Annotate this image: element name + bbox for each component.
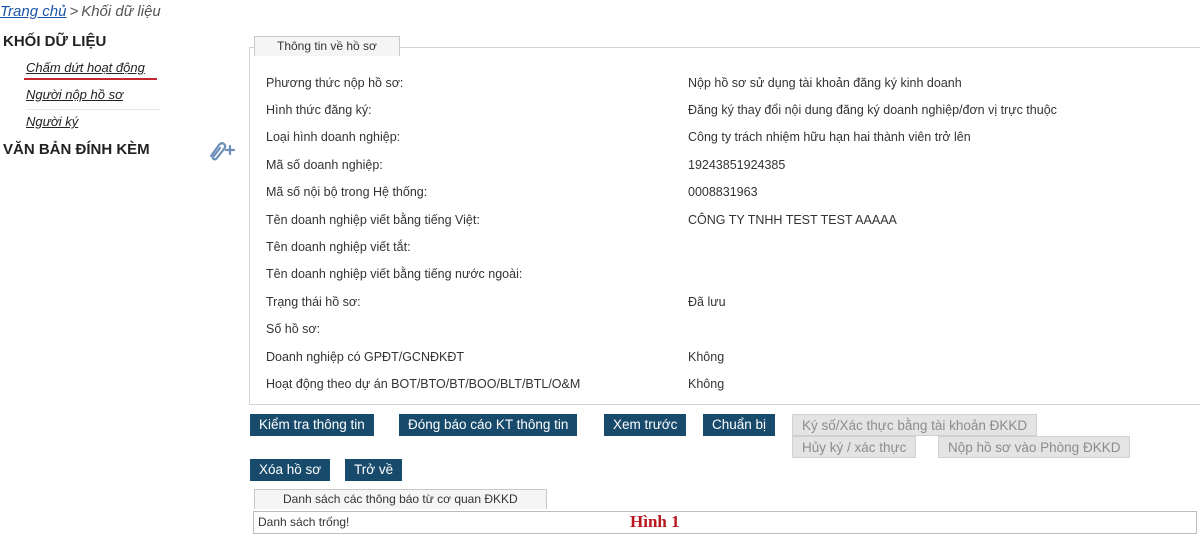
info-row-value: Đăng ký thay đổi nội dung đăng ký doanh … xyxy=(688,103,1057,117)
info-row: Tên doanh nghiệp viết bằng tiếng Việt: CÔ… xyxy=(250,207,1200,233)
info-panel-legend: Thông tin về hồ sơ xyxy=(254,36,400,56)
info-row: Phương thức nộp hồ sơ: Nộp hồ sơ sử dụng … xyxy=(250,70,1200,96)
breadcrumb-separator: > xyxy=(69,3,79,20)
info-row-label: Số hồ sơ: xyxy=(266,322,321,336)
info-row-label: Loại hình doanh nghiệp: xyxy=(266,130,401,144)
sign-button[interactable]: Ký số/Xác thực bằng tài khoản ĐKKD xyxy=(792,414,1038,436)
info-row-label: Hình thức đăng ký: xyxy=(266,103,372,117)
breadcrumb-current: Khối dữ liệu xyxy=(81,3,161,20)
info-row: Tên doanh nghiệp viết bằng tiếng nước ng… xyxy=(250,261,1200,287)
info-row: Tên doanh nghiệp viết tắt: xyxy=(250,234,1200,260)
info-row-value: Không xyxy=(688,350,725,364)
notifications-list: Danh sách trống! xyxy=(253,511,1197,534)
breadcrumb-home-link[interactable]: Trang chủ xyxy=(0,3,66,20)
info-row: Loại hình doanh nghiệp: Công ty trách nhi… xyxy=(250,124,1200,150)
info-row-value: Công ty trách nhiệm hữu hạn hai thành vi… xyxy=(688,130,971,144)
notifications-legend: Danh sách các thông báo từ cơ quan ĐKKD xyxy=(254,489,547,509)
notifications-empty-text: Danh sách trống! xyxy=(258,515,350,529)
info-row-value: CÔNG TY TNHH TEST TEST AAAAA xyxy=(688,213,897,227)
info-row-value: Nộp hồ sơ sử dụng tài khoản đăng ký kinh… xyxy=(688,76,962,90)
sidebar-item-nguoi-ky[interactable]: Người ký xyxy=(26,110,161,137)
check-info-button[interactable]: Kiểm tra thông tin xyxy=(250,414,374,436)
info-row-value: 19243851924385 xyxy=(688,158,786,172)
info-row-label: Doanh nghiệp có GPĐT/GCNĐKĐT xyxy=(266,350,464,364)
sidebar-item-cham-dut-hoat-dong[interactable]: Chấm dứt hoạt động xyxy=(24,56,161,83)
info-row-label: Phương thức nộp hồ sơ: xyxy=(266,76,404,90)
preview-button[interactable]: Xem trước xyxy=(604,414,687,436)
breadcrumb: Trang chủ > Khối dữ liệu xyxy=(0,3,161,20)
prepare-button[interactable]: Chuẩn bị xyxy=(703,414,776,436)
info-row-label: Tên doanh nghiệp viết bằng tiếng nước ng… xyxy=(266,267,523,281)
cancel-sign-button[interactable]: Hủy ký / xác thực xyxy=(792,436,917,458)
info-row: Hình thức đăng ký: Đăng ký thay đổi nội d… xyxy=(250,97,1200,123)
close-report-button[interactable]: Đóng báo cáo KT thông tin xyxy=(399,414,578,436)
submit-button[interactable]: Nộp hồ sơ vào Phòng ĐKKD xyxy=(938,436,1131,458)
info-row: Mã số nội bộ trong Hệ thống: 0008831963 xyxy=(250,179,1200,205)
info-row-value: Không xyxy=(688,377,725,391)
info-row-value: Đã lưu xyxy=(688,295,726,309)
info-panel: Phương thức nộp hồ sơ: Nộp hồ sơ sử dụng … xyxy=(249,47,1200,405)
info-row-value: 0008831963 xyxy=(688,185,758,199)
info-row-label: Tên doanh nghiệp viết tắt: xyxy=(266,240,411,254)
info-row: Hoạt động theo dự án BOT/BTO/BT/BOO/BLT/… xyxy=(250,371,1200,397)
info-row: Trạng thái hồ sơ: Đã lưu xyxy=(250,289,1200,315)
info-row-label: Trạng thái hồ sơ: xyxy=(266,295,361,309)
back-button[interactable]: Trở về xyxy=(345,459,403,481)
sidebar: KHỐI DỮ LIỆU Chấm dứt hoạt động Người nộ… xyxy=(0,32,250,165)
info-row: Doanh nghiệp có GPĐT/GCNĐKĐT Không xyxy=(250,344,1200,370)
info-row: Mã số doanh nghiệp: 19243851924385 xyxy=(250,152,1200,178)
delete-button[interactable]: Xóa hồ sơ xyxy=(250,459,331,481)
info-row-label: Hoạt động theo dự án BOT/BTO/BT/BOO/BLT/… xyxy=(266,377,581,391)
info-row-label: Mã số nội bộ trong Hệ thống: xyxy=(266,185,428,199)
sidebar-section-title: KHỐI DỮ LIỆU xyxy=(3,33,107,50)
figure-caption: Hình 1 xyxy=(630,512,680,531)
paperclip-plus-icon[interactable] xyxy=(203,137,239,163)
info-row-label: Mã số doanh nghiệp: xyxy=(266,158,383,172)
sidebar-item-nguoi-nop-ho-so[interactable]: Người nộp hồ sơ xyxy=(26,83,161,110)
attachments-row: VĂN BẢN ĐÍNH KÈM xyxy=(0,137,250,165)
info-row-label: Tên doanh nghiệp viết bằng tiếng Việt: xyxy=(266,213,480,227)
info-row: Số hồ sơ: xyxy=(250,316,1200,342)
